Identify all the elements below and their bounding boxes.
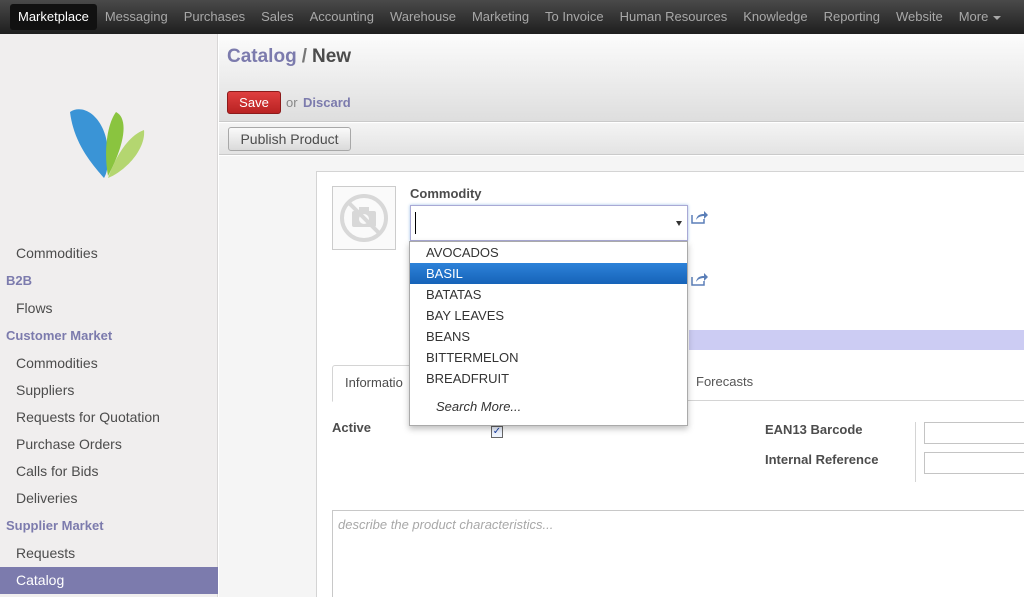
sidebar-section-header: B2B bbox=[6, 273, 33, 288]
dropdown-arrow-icon[interactable] bbox=[676, 221, 682, 226]
form-statusbar: Publish Product bbox=[219, 123, 1024, 155]
active-label: Active bbox=[332, 420, 372, 435]
sidebar-item[interactable]: Purchase Orders bbox=[0, 431, 218, 458]
sidebar-item[interactable]: Requests for Quotation bbox=[0, 404, 218, 431]
tab-forecasts[interactable]: Forecasts bbox=[696, 365, 753, 401]
search-more-option[interactable]: Search More... bbox=[410, 394, 687, 420]
sidebar-section-header: Customer Market bbox=[6, 328, 113, 343]
breadcrumb: Catalog / New bbox=[227, 46, 351, 68]
column-divider bbox=[915, 422, 916, 482]
top-menu-bar: Marketplace Messaging Purchases Sales Ac… bbox=[0, 0, 1024, 34]
sidebar-section-header: Supplier Market bbox=[6, 518, 104, 533]
dropdown-option[interactable]: BASIL bbox=[410, 263, 687, 284]
ean13-label: EAN13 Barcode bbox=[765, 422, 863, 437]
dropdown-option[interactable]: BREADFRUIT bbox=[410, 368, 687, 389]
sidebar-item[interactable]: Flows bbox=[0, 295, 218, 322]
sidebar-item[interactable]: Commodities bbox=[0, 240, 218, 267]
external-link-icon[interactable] bbox=[691, 210, 708, 224]
sidebar-item[interactable]: Deliveries bbox=[0, 485, 218, 512]
external-link-icon-2[interactable] bbox=[691, 272, 708, 286]
menu-purchases[interactable]: Purchases bbox=[176, 4, 253, 30]
menu-website[interactable]: Website bbox=[888, 4, 951, 30]
breadcrumb-current: New bbox=[311, 46, 352, 67]
sidebar-item[interactable]: Commodities bbox=[0, 350, 218, 377]
description-textarea[interactable]: describe the product characteristics... bbox=[332, 510, 1024, 597]
dropdown-option[interactable]: BAY LEAVES bbox=[410, 305, 687, 326]
menu-reporting[interactable]: Reporting bbox=[816, 4, 888, 30]
commodity-autocomplete-dropdown: AVOCADOS BASIL BATATAS BAY LEAVES BEANS BITTE… bbox=[409, 241, 688, 426]
no-camera-icon bbox=[340, 194, 388, 242]
dropdown-option[interactable]: BEANS bbox=[410, 326, 687, 347]
menu-marketing[interactable]: Marketing bbox=[464, 4, 537, 30]
discard-link[interactable]: Discard bbox=[303, 95, 351, 110]
menu-sales[interactable]: Sales bbox=[253, 4, 302, 30]
sidebar-item[interactable]: Calls for Bids bbox=[0, 458, 218, 485]
menu-messaging[interactable]: Messaging bbox=[97, 4, 176, 30]
dropdown-option[interactable]: AVOCADOS bbox=[410, 242, 687, 263]
menu-accounting[interactable]: Accounting bbox=[302, 4, 382, 30]
logo-icon bbox=[70, 109, 145, 178]
menu-knowledge[interactable]: Knowledge bbox=[735, 4, 815, 30]
dropdown-options: AVOCADOS BASIL BATATAS BAY LEAVES BEANS BITTE… bbox=[410, 242, 687, 389]
sidebar: Commodities B2B Flows Customer Market Commod… bbox=[0, 34, 218, 597]
dropdown-option[interactable]: BITTERMELON bbox=[410, 347, 687, 368]
or-text: or bbox=[286, 95, 298, 110]
dropdown-option[interactable]: BATATAS bbox=[410, 284, 687, 305]
statusbar-stage bbox=[689, 330, 1024, 350]
save-button[interactable]: Save bbox=[227, 91, 281, 114]
control-panel: Catalog / New Save or Discard bbox=[219, 34, 1024, 122]
menu-marketplace[interactable]: Marketplace bbox=[10, 4, 97, 30]
publish-product-button[interactable]: Publish Product bbox=[228, 127, 351, 151]
menu-to-invoice[interactable]: To Invoice bbox=[537, 4, 612, 30]
commodity-field[interactable] bbox=[410, 205, 688, 241]
internal-reference-input[interactable] bbox=[924, 452, 1024, 474]
company-logo[interactable] bbox=[66, 98, 150, 182]
sidebar-nav: Commodities B2B Flows Customer Market Commod… bbox=[0, 240, 218, 594]
ean13-input[interactable] bbox=[924, 422, 1024, 444]
menu-more[interactable]: More bbox=[951, 4, 1010, 30]
product-image[interactable] bbox=[332, 186, 396, 250]
breadcrumb-separator: / bbox=[301, 46, 307, 67]
menu-warehouse[interactable]: Warehouse bbox=[382, 4, 464, 30]
commodity-label: Commodity bbox=[410, 186, 482, 201]
menu-human-resources[interactable]: Human Resources bbox=[612, 4, 736, 30]
breadcrumb-catalog[interactable]: Catalog bbox=[227, 46, 297, 67]
text-caret bbox=[415, 212, 416, 234]
sidebar-item[interactable]: Suppliers bbox=[0, 377, 218, 404]
tab-information[interactable]: Informatio bbox=[332, 365, 420, 402]
internal-reference-label: Internal Reference bbox=[765, 452, 879, 467]
sidebar-item[interactable]: Catalog bbox=[0, 567, 218, 594]
sidebar-item[interactable]: Requests bbox=[0, 540, 218, 567]
active-checkbox[interactable]: ✓ bbox=[491, 426, 503, 438]
